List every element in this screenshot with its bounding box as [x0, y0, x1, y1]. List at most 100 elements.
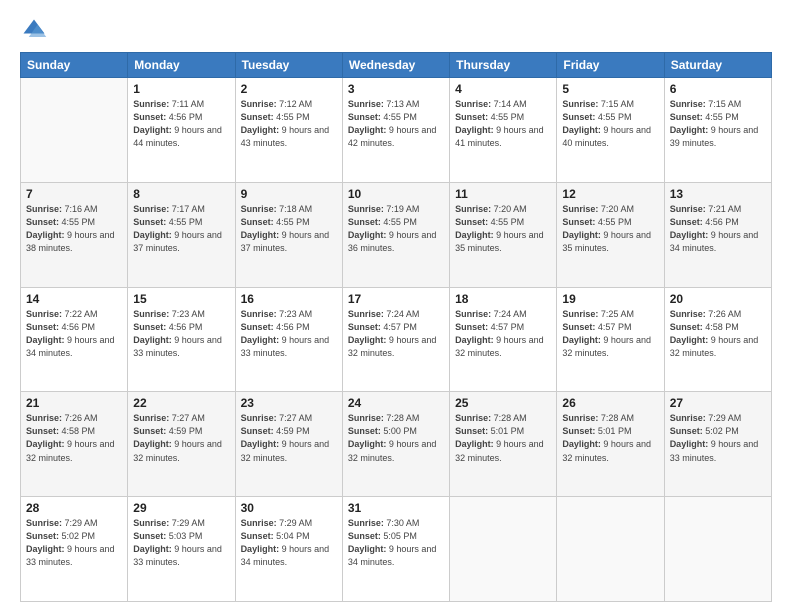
- col-header-thursday: Thursday: [450, 53, 557, 78]
- day-info: Sunrise: 7:23 AMSunset: 4:56 PMDaylight:…: [133, 308, 229, 360]
- calendar-cell: 27 Sunrise: 7:29 AMSunset: 5:02 PMDayligh…: [664, 392, 771, 497]
- calendar-cell: 5Sunrise: 7:15 AMSunset: 4:55 PMDaylight…: [557, 78, 664, 183]
- day-number: 15: [133, 292, 229, 306]
- day-info: Sunrise: 7:28 AMSunset: 5:00 PMDaylight:…: [348, 412, 444, 464]
- col-header-monday: Monday: [128, 53, 235, 78]
- day-number: 6: [670, 82, 766, 96]
- day-info: Sunrise: 7:12 AMSunset: 4:55 PMDaylight:…: [241, 98, 337, 150]
- day-number: 17: [348, 292, 444, 306]
- day-number: 10: [348, 187, 444, 201]
- calendar-cell: 1Sunrise: 7:11 AMSunset: 4:56 PMDaylight…: [128, 78, 235, 183]
- col-header-wednesday: Wednesday: [342, 53, 449, 78]
- day-number: 13: [670, 187, 766, 201]
- day-number: 9: [241, 187, 337, 201]
- day-number: 24: [348, 396, 444, 410]
- day-number: 29: [133, 501, 229, 515]
- day-info: Sunrise: 7:29 AMSunset: 5:02 PMDaylight:…: [26, 517, 122, 569]
- day-number: 20: [670, 292, 766, 306]
- calendar-cell: 19Sunrise: 7:25 AMSunset: 4:57 PMDayligh…: [557, 287, 664, 392]
- col-header-sunday: Sunday: [21, 53, 128, 78]
- logo: [20, 16, 52, 44]
- page: SundayMondayTuesdayWednesdayThursdayFrid…: [0, 0, 792, 612]
- calendar-cell: 23 Sunrise: 7:27 AMSunset: 4:59 PMDayligh…: [235, 392, 342, 497]
- calendar-cell: 17 Sunrise: 7:24 AMSunset: 4:57 PMDayligh…: [342, 287, 449, 392]
- day-number: 23: [241, 396, 337, 410]
- day-info: Sunrise: 7:15 AMSunset: 4:55 PMDaylight:…: [562, 98, 658, 150]
- day-info: Sunrise: 7:27 AMSunset: 4:59 PMDaylight:…: [241, 412, 337, 464]
- col-header-friday: Friday: [557, 53, 664, 78]
- day-number: 2: [241, 82, 337, 96]
- col-header-tuesday: Tuesday: [235, 53, 342, 78]
- day-info: Sunrise: 7:21 AMSunset: 4:56 PMDaylight:…: [670, 203, 766, 255]
- day-number: 1: [133, 82, 229, 96]
- day-number: 26: [562, 396, 658, 410]
- day-info: Sunrise: 7:30 AMSunset: 5:05 PMDaylight:…: [348, 517, 444, 569]
- day-info: Sunrise: 7:17 AMSunset: 4:55 PMDaylight:…: [133, 203, 229, 255]
- day-info: Sunrise: 7:28 AMSunset: 5:01 PMDaylight:…: [562, 412, 658, 464]
- day-info: Sunrise: 7:28 AMSunset: 5:01 PMDaylight:…: [455, 412, 551, 464]
- day-info: Sunrise: 7:25 AMSunset: 4:57 PMDaylight:…: [562, 308, 658, 360]
- calendar-cell: 20 Sunrise: 7:26 AMSunset: 4:58 PMDayligh…: [664, 287, 771, 392]
- day-info: Sunrise: 7:29 AMSunset: 5:04 PMDaylight:…: [241, 517, 337, 569]
- calendar-cell: 9 Sunrise: 7:18 AMSunset: 4:55 PMDaylight…: [235, 182, 342, 287]
- calendar-cell: 2 Sunrise: 7:12 AMSunset: 4:55 PMDaylight…: [235, 78, 342, 183]
- day-info: Sunrise: 7:23 AMSunset: 4:56 PMDaylight:…: [241, 308, 337, 360]
- day-info: Sunrise: 7:22 AMSunset: 4:56 PMDaylight:…: [26, 308, 122, 360]
- day-info: Sunrise: 7:26 AMSunset: 4:58 PMDaylight:…: [26, 412, 122, 464]
- day-number: 12: [562, 187, 658, 201]
- calendar-cell: 21 Sunrise: 7:26 AMSunset: 4:58 PMDayligh…: [21, 392, 128, 497]
- day-number: 16: [241, 292, 337, 306]
- day-number: 4: [455, 82, 551, 96]
- calendar-cell: 12 Sunrise: 7:20 AMSunset: 4:55 PMDayligh…: [557, 182, 664, 287]
- day-info: Sunrise: 7:24 AMSunset: 4:57 PMDaylight:…: [455, 308, 551, 360]
- day-number: 7: [26, 187, 122, 201]
- day-info: Sunrise: 7:24 AMSunset: 4:57 PMDaylight:…: [348, 308, 444, 360]
- day-info: Sunrise: 7:29 AMSunset: 5:02 PMDaylight:…: [670, 412, 766, 464]
- calendar-cell: 29 Sunrise: 7:29 AMSunset: 5:03 PMDayligh…: [128, 497, 235, 602]
- day-info: Sunrise: 7:14 AMSunset: 4:55 PMDaylight:…: [455, 98, 551, 150]
- day-number: 28: [26, 501, 122, 515]
- day-info: Sunrise: 7:15 AMSunset: 4:55 PMDaylight:…: [670, 98, 766, 150]
- calendar-cell: 11 Sunrise: 7:20 AMSunset: 4:55 PMDayligh…: [450, 182, 557, 287]
- day-info: Sunrise: 7:20 AMSunset: 4:55 PMDaylight:…: [562, 203, 658, 255]
- day-info: Sunrise: 7:16 AMSunset: 4:55 PMDaylight:…: [26, 203, 122, 255]
- calendar-table: SundayMondayTuesdayWednesdayThursdayFrid…: [20, 52, 772, 602]
- day-number: 25: [455, 396, 551, 410]
- calendar-cell: 18 Sunrise: 7:24 AMSunset: 4:57 PMDayligh…: [450, 287, 557, 392]
- calendar-cell: [450, 497, 557, 602]
- calendar-cell: 26 Sunrise: 7:28 AMSunset: 5:01 PMDayligh…: [557, 392, 664, 497]
- col-header-saturday: Saturday: [664, 53, 771, 78]
- calendar-cell: 24 Sunrise: 7:28 AMSunset: 5:00 PMDayligh…: [342, 392, 449, 497]
- calendar-cell: 16 Sunrise: 7:23 AMSunset: 4:56 PMDayligh…: [235, 287, 342, 392]
- calendar-cell: 6 Sunrise: 7:15 AMSunset: 4:55 PMDaylight…: [664, 78, 771, 183]
- day-info: Sunrise: 7:18 AMSunset: 4:55 PMDaylight:…: [241, 203, 337, 255]
- calendar-cell: 4 Sunrise: 7:14 AMSunset: 4:55 PMDaylight…: [450, 78, 557, 183]
- day-number: 18: [455, 292, 551, 306]
- calendar-cell: 10 Sunrise: 7:19 AMSunset: 4:55 PMDayligh…: [342, 182, 449, 287]
- calendar-cell: 30Sunrise: 7:29 AMSunset: 5:04 PMDayligh…: [235, 497, 342, 602]
- day-info: Sunrise: 7:20 AMSunset: 4:55 PMDaylight:…: [455, 203, 551, 255]
- calendar-cell: 25 Sunrise: 7:28 AMSunset: 5:01 PMDayligh…: [450, 392, 557, 497]
- calendar-cell: [664, 497, 771, 602]
- logo-icon: [20, 16, 48, 44]
- day-number: 3: [348, 82, 444, 96]
- calendar-cell: 31 Sunrise: 7:30 AMSunset: 5:05 PMDayligh…: [342, 497, 449, 602]
- day-info: Sunrise: 7:27 AMSunset: 4:59 PMDaylight:…: [133, 412, 229, 464]
- calendar-cell: 7 Sunrise: 7:16 AMSunset: 4:55 PMDaylight…: [21, 182, 128, 287]
- calendar-cell: 14 Sunrise: 7:22 AMSunset: 4:56 PMDayligh…: [21, 287, 128, 392]
- day-number: 21: [26, 396, 122, 410]
- day-info: Sunrise: 7:29 AMSunset: 5:03 PMDaylight:…: [133, 517, 229, 569]
- day-number: 14: [26, 292, 122, 306]
- day-info: Sunrise: 7:19 AMSunset: 4:55 PMDaylight:…: [348, 203, 444, 255]
- calendar-cell: 15 Sunrise: 7:23 AMSunset: 4:56 PMDayligh…: [128, 287, 235, 392]
- day-number: 27: [670, 396, 766, 410]
- day-info: Sunrise: 7:13 AMSunset: 4:55 PMDaylight:…: [348, 98, 444, 150]
- calendar-cell: [557, 497, 664, 602]
- day-number: 22: [133, 396, 229, 410]
- day-number: 11: [455, 187, 551, 201]
- day-info: Sunrise: 7:26 AMSunset: 4:58 PMDaylight:…: [670, 308, 766, 360]
- calendar-cell: 3 Sunrise: 7:13 AMSunset: 4:55 PMDaylight…: [342, 78, 449, 183]
- calendar-cell: 13 Sunrise: 7:21 AMSunset: 4:56 PMDayligh…: [664, 182, 771, 287]
- day-number: 31: [348, 501, 444, 515]
- calendar-cell: 8Sunrise: 7:17 AMSunset: 4:55 PMDaylight…: [128, 182, 235, 287]
